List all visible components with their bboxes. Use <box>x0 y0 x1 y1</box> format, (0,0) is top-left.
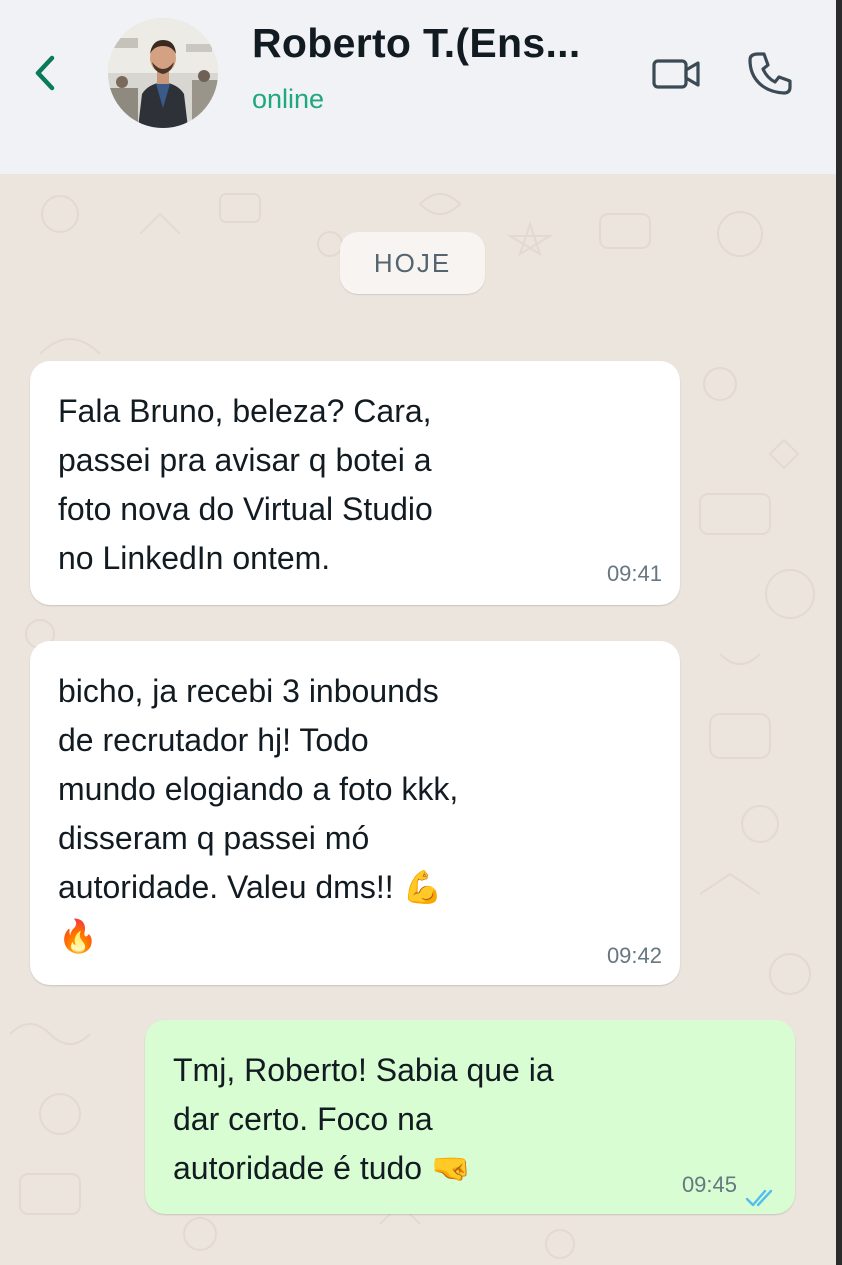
message-line: dar certo. Foco na <box>173 1101 433 1137</box>
read-receipt-icon <box>745 1174 779 1207</box>
message-line: Tmj, Roberto! Sabia que ia <box>173 1052 554 1088</box>
contact-name[interactable]: Roberto T.(Ens... <box>252 20 581 67</box>
message-line: Fala Bruno, beleza? Cara, <box>58 393 432 429</box>
date-separator: HOJE <box>340 232 485 294</box>
message-line: foto nova do Virtual Studio <box>58 491 433 527</box>
message-line: bicho, ja recebi 3 inbounds <box>58 673 439 709</box>
video-call-icon[interactable] <box>650 50 704 98</box>
message-text: bicho, ja recebi 3 inbounds de recrutado… <box>58 667 458 961</box>
message-line: autoridade é tudo 🤜 <box>173 1150 471 1186</box>
message-line: passei pra avisar q botei a <box>58 442 432 478</box>
message-line: no LinkedIn ontem. <box>58 540 331 576</box>
incoming-message-bubble[interactable]: bicho, ja recebi 3 inbounds de recrutado… <box>30 641 680 985</box>
back-chevron-icon[interactable] <box>28 52 64 94</box>
message-line: 🔥 <box>58 918 98 954</box>
outgoing-message-bubble[interactable]: Tmj, Roberto! Sabia que ia dar certo. Fo… <box>145 1020 795 1214</box>
chat-screen: Roberto T.(Ens... online HOJE Fala Bruno… <box>0 0 836 1265</box>
chat-header: Roberto T.(Ens... online <box>0 0 836 174</box>
avatar[interactable] <box>108 18 218 128</box>
message-text: Tmj, Roberto! Sabia que ia dar certo. Fo… <box>173 1046 554 1193</box>
message-time: 09:42 <box>606 943 662 968</box>
phone-icon[interactable] <box>744 48 796 100</box>
message-line: de recrutador hj! Todo <box>58 722 369 758</box>
message-time: 09:45 <box>681 1172 737 1197</box>
message-line: mundo elogiando a foto kkk, <box>58 771 459 807</box>
message-line: disseram q passei mó <box>58 820 370 856</box>
screen-edge <box>836 0 842 1265</box>
incoming-message-bubble[interactable]: Fala Bruno, beleza? Cara, passei pra avi… <box>30 361 680 605</box>
message-time: 09:41 <box>606 561 662 586</box>
message-line: autoridade. Valeu dms!! 💪 <box>58 869 443 905</box>
message-text: Fala Bruno, beleza? Cara, passei pra avi… <box>58 387 433 583</box>
contact-status: online <box>252 84 325 114</box>
